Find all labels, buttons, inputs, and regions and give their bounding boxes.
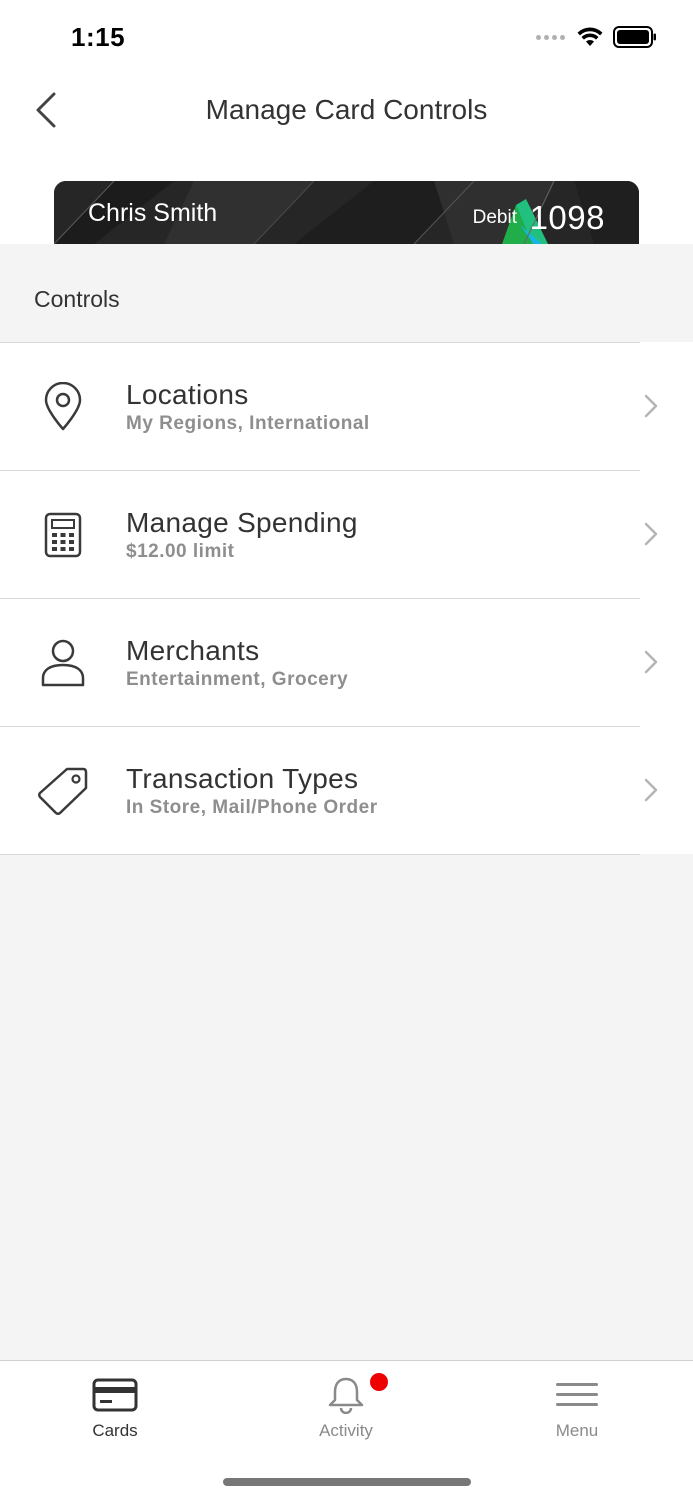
tab-label: Cards — [92, 1421, 138, 1440]
tab-bar: Cards Activity Menu — [0, 1360, 693, 1500]
cellular-signal-icon — [536, 34, 565, 40]
row-divider — [0, 470, 640, 471]
card-holder-name: Chris Smith — [88, 199, 218, 227]
calculator-icon — [36, 508, 90, 562]
row-divider — [0, 342, 640, 343]
status-icons — [536, 26, 657, 48]
status-time: 1:15 — [71, 22, 126, 52]
control-subtitle: My Regions, International — [126, 413, 370, 434]
control-title: Locations — [126, 379, 249, 410]
control-title: Manage Spending — [126, 507, 358, 538]
control-row-manage-spending[interactable]: Manage Spending $12.00 limit — [0, 470, 693, 598]
control-subtitle: In Store, Mail/Phone Order — [126, 797, 378, 818]
tab-menu[interactable]: Menu — [507, 1361, 647, 1461]
control-row-merchants[interactable]: Merchants Entertainment, Grocery — [0, 598, 693, 726]
control-subtitle: $12.00 limit — [126, 541, 235, 562]
wifi-icon — [577, 27, 603, 46]
notification-badge — [370, 1373, 388, 1391]
tab-label: Activity — [319, 1421, 373, 1440]
battery-icon — [613, 26, 656, 48]
person-icon — [36, 636, 90, 690]
row-divider — [0, 726, 640, 727]
chevron-right-icon — [644, 650, 658, 674]
list-end-divider — [0, 854, 640, 855]
card-type: Debit — [472, 207, 517, 228]
tab-label: Menu — [555, 1421, 599, 1440]
tab-cards[interactable]: Cards — [45, 1361, 185, 1461]
debit-card[interactable]: Chris Smith Debit 1098 — [54, 181, 639, 244]
card-icon — [45, 1375, 185, 1415]
row-divider — [0, 598, 640, 599]
chevron-right-icon — [644, 394, 658, 418]
control-row-transaction-types[interactable]: Transaction Types In Store, Mail/Phone O… — [0, 726, 693, 854]
status-bar: 1:15 — [0, 0, 693, 70]
control-title: Transaction Types — [126, 763, 359, 794]
page-title: Manage Card Controls — [205, 94, 488, 125]
tag-icon — [36, 764, 90, 818]
card-strip: Chris Smith Debit 1098 — [0, 180, 693, 244]
chevron-right-icon — [644, 778, 658, 802]
tab-activity[interactable]: Activity — [276, 1361, 416, 1461]
control-subtitle: Entertainment, Grocery — [126, 669, 349, 690]
section-title: Controls — [34, 286, 120, 312]
controls-list: Locations My Regions, International Mana… — [0, 342, 693, 855]
bell-icon — [276, 1375, 416, 1415]
chevron-right-icon — [644, 522, 658, 546]
section-header: Controls — [0, 244, 693, 342]
card-last-four: 1098 — [529, 199, 605, 236]
navigation-bar: Manage Card Controls — [0, 70, 693, 180]
control-title: Merchants — [126, 635, 260, 666]
control-row-locations[interactable]: Locations My Regions, International — [0, 342, 693, 470]
location-pin-icon — [36, 380, 90, 434]
hamburger-icon — [507, 1375, 647, 1415]
home-indicator[interactable] — [223, 1478, 471, 1486]
